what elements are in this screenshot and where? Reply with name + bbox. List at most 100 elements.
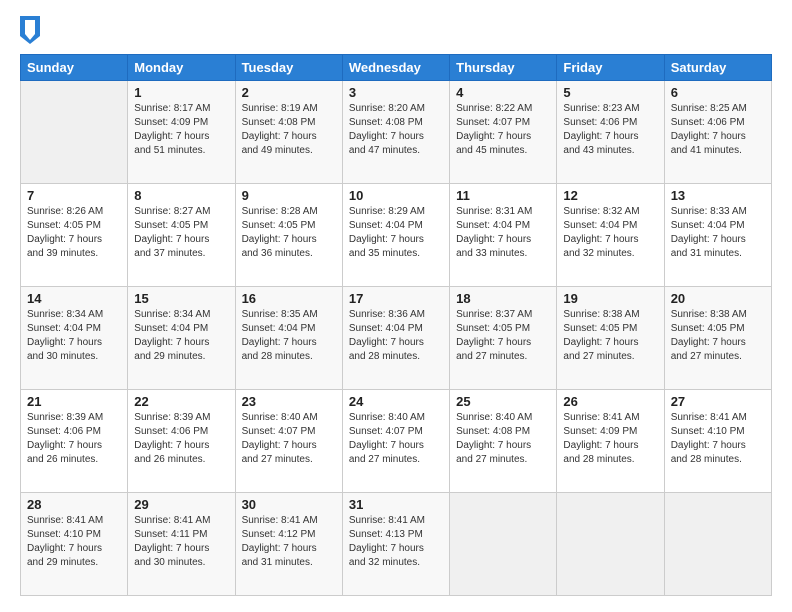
day-cell <box>450 493 557 596</box>
day-info: Sunrise: 8:40 AM Sunset: 4:08 PM Dayligh… <box>456 411 550 467</box>
day-cell: 12 Sunrise: 8:32 AM Sunset: 4:04 PM Dayli… <box>557 184 664 287</box>
day-info: Sunrise: 8:25 AM Sunset: 4:06 PM Dayligh… <box>671 102 765 158</box>
day-info: Sunrise: 8:32 AM Sunset: 4:04 PM Dayligh… <box>563 205 657 261</box>
day-info: Sunrise: 8:29 AM Sunset: 4:04 PM Dayligh… <box>349 205 443 261</box>
day-info: Sunrise: 8:23 AM Sunset: 4:06 PM Dayligh… <box>563 102 657 158</box>
day-cell: 13 Sunrise: 8:33 AM Sunset: 4:04 PM Dayli… <box>664 184 771 287</box>
day-cell: 17Sunrise: 8:36 AM Sunset: 4:04 PM Dayli… <box>342 287 449 390</box>
day-info: Sunrise: 8:41 AM Sunset: 4:11 PM Dayligh… <box>134 514 228 570</box>
day-cell: 19 Sunrise: 8:38 AM Sunset: 4:05 PM Dayli… <box>557 287 664 390</box>
day-cell: 21 Sunrise: 8:39 AM Sunset: 4:06 PM Dayli… <box>21 390 128 493</box>
week-row-1: 1 Sunrise: 8:17 AM Sunset: 4:09 PM Daylig… <box>21 81 772 184</box>
day-number: 2 <box>242 85 336 100</box>
day-info: Sunrise: 8:39 AM Sunset: 4:06 PM Dayligh… <box>27 411 121 467</box>
day-cell: 11Sunrise: 8:31 AM Sunset: 4:04 PM Dayli… <box>450 184 557 287</box>
day-cell: 24Sunrise: 8:40 AM Sunset: 4:07 PM Dayli… <box>342 390 449 493</box>
day-cell: 4Sunrise: 8:22 AM Sunset: 4:07 PM Daylig… <box>450 81 557 184</box>
day-cell: 18 Sunrise: 8:37 AM Sunset: 4:05 PM Dayli… <box>450 287 557 390</box>
day-info: Sunrise: 8:33 AM Sunset: 4:04 PM Dayligh… <box>671 205 765 261</box>
day-info: Sunrise: 8:26 AM Sunset: 4:05 PM Dayligh… <box>27 205 121 261</box>
day-cell: 29 Sunrise: 8:41 AM Sunset: 4:11 PM Dayli… <box>128 493 235 596</box>
day-cell <box>557 493 664 596</box>
day-number: 31 <box>349 497 443 512</box>
col-header-friday: Friday <box>557 55 664 81</box>
day-number: 26 <box>563 394 657 409</box>
day-info: Sunrise: 8:37 AM Sunset: 4:05 PM Dayligh… <box>456 308 550 364</box>
day-info: Sunrise: 8:17 AM Sunset: 4:09 PM Dayligh… <box>134 102 228 158</box>
day-cell: 6 Sunrise: 8:25 AM Sunset: 4:06 PM Daylig… <box>664 81 771 184</box>
day-cell: 31 Sunrise: 8:41 AM Sunset: 4:13 PM Dayli… <box>342 493 449 596</box>
week-row-2: 7 Sunrise: 8:26 AM Sunset: 4:05 PM Daylig… <box>21 184 772 287</box>
day-info: Sunrise: 8:39 AM Sunset: 4:06 PM Dayligh… <box>134 411 228 467</box>
day-number: 1 <box>134 85 228 100</box>
day-cell: 9 Sunrise: 8:28 AM Sunset: 4:05 PM Daylig… <box>235 184 342 287</box>
day-number: 7 <box>27 188 121 203</box>
day-number: 10 <box>349 188 443 203</box>
day-cell: 14 Sunrise: 8:34 AM Sunset: 4:04 PM Dayli… <box>21 287 128 390</box>
header <box>20 16 772 44</box>
day-info: Sunrise: 8:28 AM Sunset: 4:05 PM Dayligh… <box>242 205 336 261</box>
col-header-monday: Monday <box>128 55 235 81</box>
day-cell: 2 Sunrise: 8:19 AM Sunset: 4:08 PM Daylig… <box>235 81 342 184</box>
day-number: 9 <box>242 188 336 203</box>
day-number: 29 <box>134 497 228 512</box>
day-number: 21 <box>27 394 121 409</box>
day-number: 15 <box>134 291 228 306</box>
day-info: Sunrise: 8:38 AM Sunset: 4:05 PM Dayligh… <box>563 308 657 364</box>
day-cell: 8Sunrise: 8:27 AM Sunset: 4:05 PM Daylig… <box>128 184 235 287</box>
day-info: Sunrise: 8:41 AM Sunset: 4:13 PM Dayligh… <box>349 514 443 570</box>
day-cell: 23Sunrise: 8:40 AM Sunset: 4:07 PM Dayli… <box>235 390 342 493</box>
day-info: Sunrise: 8:41 AM Sunset: 4:12 PM Dayligh… <box>242 514 336 570</box>
day-info: Sunrise: 8:19 AM Sunset: 4:08 PM Dayligh… <box>242 102 336 158</box>
col-header-thursday: Thursday <box>450 55 557 81</box>
col-header-wednesday: Wednesday <box>342 55 449 81</box>
day-number: 5 <box>563 85 657 100</box>
day-number: 24 <box>349 394 443 409</box>
day-info: Sunrise: 8:22 AM Sunset: 4:07 PM Dayligh… <box>456 102 550 158</box>
day-number: 12 <box>563 188 657 203</box>
day-cell <box>664 493 771 596</box>
day-number: 3 <box>349 85 443 100</box>
day-info: Sunrise: 8:34 AM Sunset: 4:04 PM Dayligh… <box>27 308 121 364</box>
day-info: Sunrise: 8:20 AM Sunset: 4:08 PM Dayligh… <box>349 102 443 158</box>
day-number: 14 <box>27 291 121 306</box>
day-number: 30 <box>242 497 336 512</box>
day-cell: 27 Sunrise: 8:41 AM Sunset: 4:10 PM Dayli… <box>664 390 771 493</box>
day-cell: 30 Sunrise: 8:41 AM Sunset: 4:12 PM Dayli… <box>235 493 342 596</box>
day-cell: 25 Sunrise: 8:40 AM Sunset: 4:08 PM Dayli… <box>450 390 557 493</box>
day-number: 6 <box>671 85 765 100</box>
day-cell: 10 Sunrise: 8:29 AM Sunset: 4:04 PM Dayli… <box>342 184 449 287</box>
day-cell: 15 Sunrise: 8:34 AM Sunset: 4:04 PM Dayli… <box>128 287 235 390</box>
day-number: 19 <box>563 291 657 306</box>
day-number: 25 <box>456 394 550 409</box>
day-number: 18 <box>456 291 550 306</box>
day-cell: 16Sunrise: 8:35 AM Sunset: 4:04 PM Dayli… <box>235 287 342 390</box>
day-cell <box>21 81 128 184</box>
calendar-header-row: SundayMondayTuesdayWednesdayThursdayFrid… <box>21 55 772 81</box>
day-cell: 7 Sunrise: 8:26 AM Sunset: 4:05 PM Daylig… <box>21 184 128 287</box>
day-number: 17 <box>349 291 443 306</box>
day-number: 13 <box>671 188 765 203</box>
day-info: Sunrise: 8:41 AM Sunset: 4:10 PM Dayligh… <box>671 411 765 467</box>
col-header-tuesday: Tuesday <box>235 55 342 81</box>
day-info: Sunrise: 8:40 AM Sunset: 4:07 PM Dayligh… <box>242 411 336 467</box>
day-cell: 3 Sunrise: 8:20 AM Sunset: 4:08 PM Daylig… <box>342 81 449 184</box>
day-cell: 20Sunrise: 8:38 AM Sunset: 4:05 PM Dayli… <box>664 287 771 390</box>
day-number: 8 <box>134 188 228 203</box>
week-row-3: 14 Sunrise: 8:34 AM Sunset: 4:04 PM Dayli… <box>21 287 772 390</box>
day-info: Sunrise: 8:41 AM Sunset: 4:09 PM Dayligh… <box>563 411 657 467</box>
day-cell: 26 Sunrise: 8:41 AM Sunset: 4:09 PM Dayli… <box>557 390 664 493</box>
col-header-sunday: Sunday <box>21 55 128 81</box>
logo-icon <box>20 16 40 44</box>
day-cell: 5 Sunrise: 8:23 AM Sunset: 4:06 PM Daylig… <box>557 81 664 184</box>
logo <box>20 16 44 44</box>
day-info: Sunrise: 8:34 AM Sunset: 4:04 PM Dayligh… <box>134 308 228 364</box>
day-cell: 22 Sunrise: 8:39 AM Sunset: 4:06 PM Dayli… <box>128 390 235 493</box>
week-row-4: 21 Sunrise: 8:39 AM Sunset: 4:06 PM Dayli… <box>21 390 772 493</box>
day-number: 20 <box>671 291 765 306</box>
day-cell: 28Sunrise: 8:41 AM Sunset: 4:10 PM Dayli… <box>21 493 128 596</box>
day-number: 27 <box>671 394 765 409</box>
day-number: 22 <box>134 394 228 409</box>
col-header-saturday: Saturday <box>664 55 771 81</box>
calendar-table: SundayMondayTuesdayWednesdayThursdayFrid… <box>20 54 772 596</box>
